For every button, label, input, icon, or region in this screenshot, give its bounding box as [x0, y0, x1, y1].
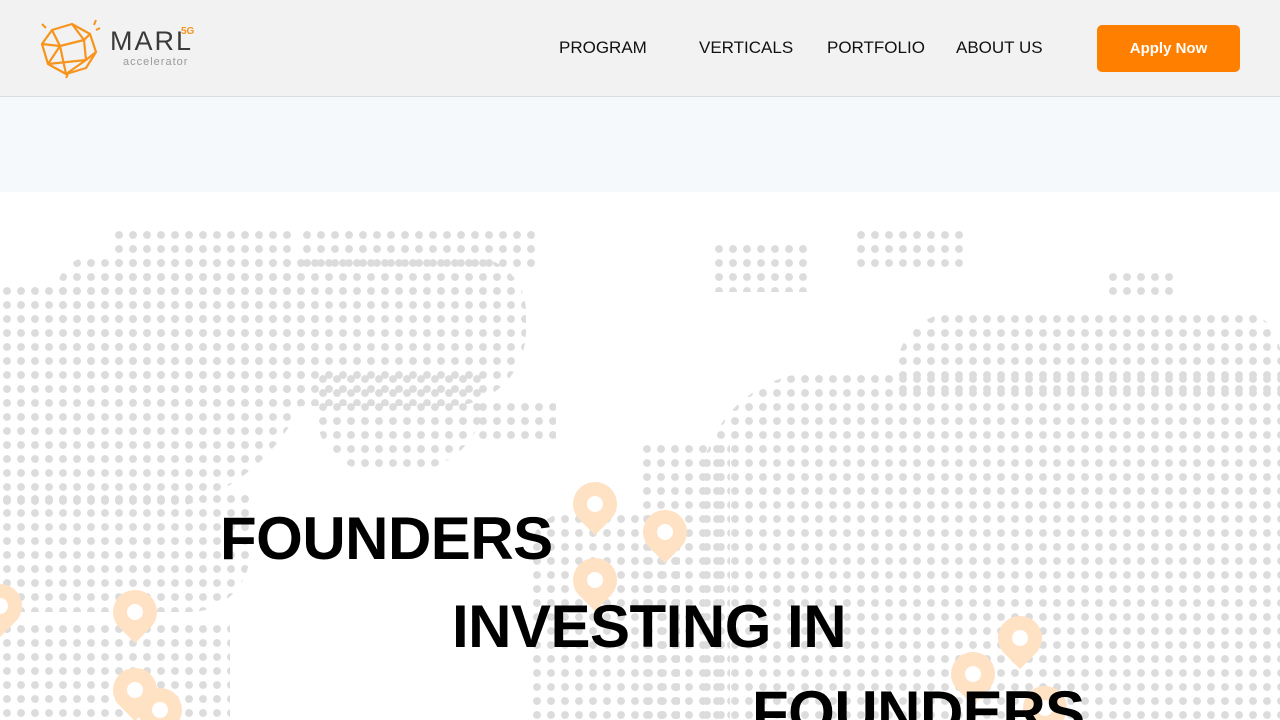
- nav-about-us[interactable]: ABOUT US: [956, 38, 1043, 58]
- hero-section: FOUNDERS INVESTING IN FOUNDERS: [0, 192, 1280, 720]
- logo-superscript: 5G: [181, 26, 195, 37]
- apply-now-button[interactable]: Apply Now: [1097, 25, 1240, 72]
- nav-portfolio[interactable]: PORTFOLIO: [827, 38, 925, 58]
- hero-line-2: INVESTING IN: [452, 593, 847, 660]
- logo-tagline: accelerator: [123, 56, 189, 68]
- nav-verticals[interactable]: VERTICALS: [699, 38, 793, 58]
- gem-logo-icon: [40, 19, 101, 79]
- banner-strip: [0, 97, 1280, 192]
- logo[interactable]: MARL 5G accelerator: [38, 16, 203, 80]
- hero-line-1: FOUNDERS: [220, 505, 553, 572]
- nav-program[interactable]: PROGRAM: [559, 38, 647, 58]
- hero-line-3: FOUNDERS: [752, 679, 1085, 720]
- site-header: MARL 5G accelerator PROGRAM VERTICALS PO…: [0, 0, 1280, 97]
